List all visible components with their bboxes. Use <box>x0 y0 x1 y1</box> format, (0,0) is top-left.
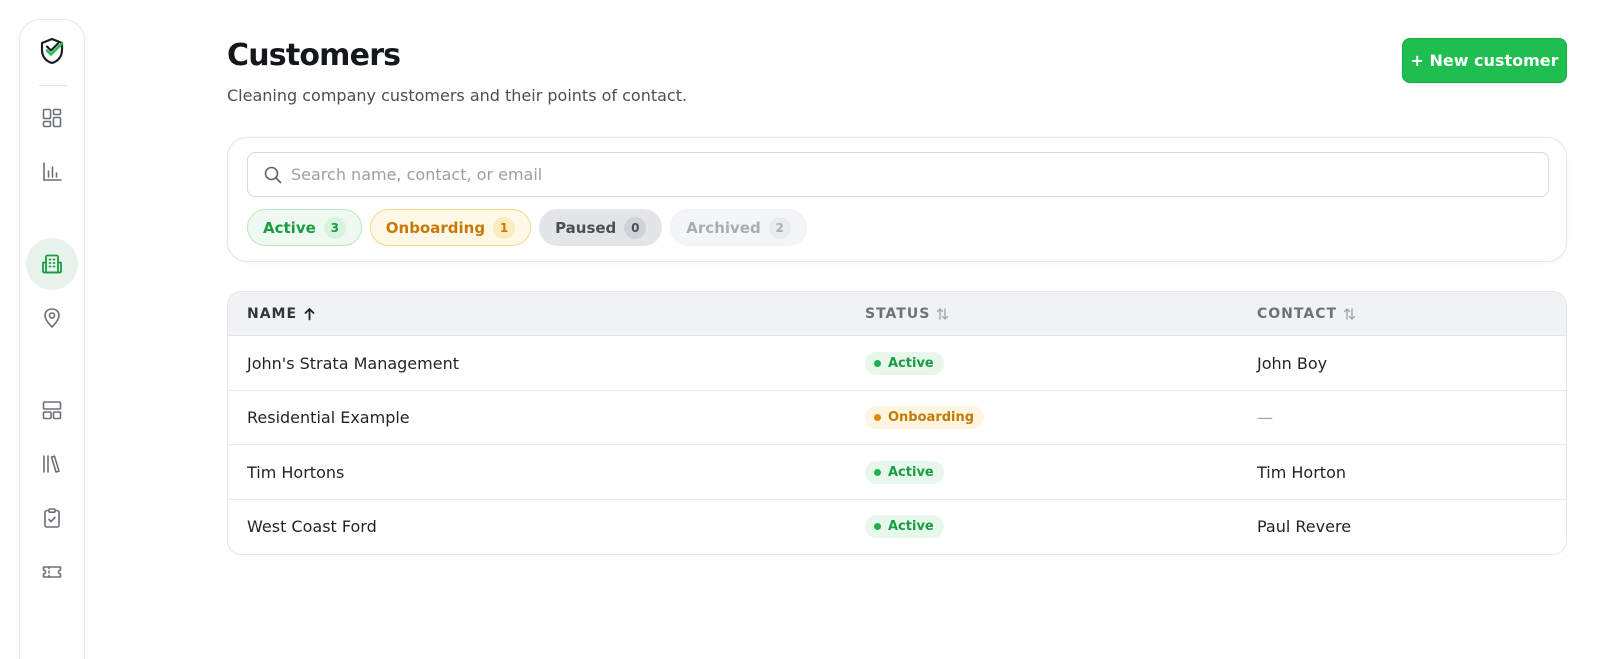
search-icon <box>264 166 282 184</box>
table-row[interactable]: Tim Hortons Active Tim Horton <box>228 445 1566 500</box>
filter-chip-count: 3 <box>323 216 346 239</box>
filter-panel: Active 3 Onboarding 1 Paused 0 Archived … <box>227 137 1567 262</box>
filter-chip-active[interactable]: Active 3 <box>247 209 362 246</box>
status-filter-group: Active 3 Onboarding 1 Paused 0 Archived … <box>247 209 807 246</box>
column-header-name[interactable]: NAME <box>247 292 316 336</box>
status-badge: Active <box>865 351 944 375</box>
filter-chip-count: 0 <box>624 216 647 239</box>
column-header-label: CONTACT <box>1257 306 1338 322</box>
status-cell: Active <box>865 445 944 499</box>
new-customer-button[interactable]: + New customer <box>1402 38 1567 83</box>
filter-chip-label: Active <box>263 218 316 237</box>
customer-name[interactable]: Residential Example <box>247 391 410 445</box>
column-header-label: STATUS <box>865 306 931 322</box>
sort-unsorted-icon <box>937 308 949 320</box>
building-icon <box>42 254 62 274</box>
status-cell: Active <box>865 336 944 390</box>
contact-name: Tim Horton <box>1257 462 1346 482</box>
search-input[interactable] <box>291 153 1531 196</box>
customer-name[interactable]: John's Strata Management <box>247 336 459 390</box>
status-cell: Onboarding <box>865 391 985 445</box>
app-root: Customers Cleaning company customers and… <box>0 0 1600 659</box>
status-badge-label: Active <box>888 519 934 534</box>
status-badge-label: Active <box>888 464 934 480</box>
status-cell: Active <box>865 500 944 554</box>
sidebar-item-tickets[interactable] <box>26 546 78 598</box>
contact-name: John Boy <box>1257 353 1328 373</box>
library-icon <box>43 455 60 473</box>
page-title: Customers <box>227 38 401 73</box>
status-badge: Active <box>865 460 944 484</box>
status-dot-icon <box>874 523 881 530</box>
sidebar-item-layout[interactable] <box>26 384 78 436</box>
status-badge-label: Active <box>888 355 934 371</box>
table-row[interactable]: West Coast Ford Active Paul Revere <box>228 500 1566 555</box>
status-badge: Active <box>865 515 944 538</box>
status-badge: Onboarding <box>865 406 985 429</box>
table-header: NAME STATUS CONTACT <box>228 292 1566 336</box>
sidebar-item-locations[interactable] <box>26 292 78 344</box>
sidebar-item-reports[interactable] <box>26 146 78 198</box>
filter-chip-onboarding[interactable]: Onboarding 1 <box>369 209 532 246</box>
sidebar-rail <box>19 19 85 659</box>
sidebar-item-tasks[interactable] <box>26 492 78 544</box>
map-pin-icon <box>44 308 60 328</box>
status-dot-icon <box>874 359 881 367</box>
clipboard-check-icon <box>44 508 60 528</box>
sidebar-item-library[interactable] <box>26 438 78 490</box>
column-header-label: NAME <box>247 306 298 322</box>
status-dot-icon <box>874 468 881 476</box>
sidebar-item-customers[interactable] <box>26 238 78 290</box>
shield-check-icon[interactable] <box>39 37 65 65</box>
sort-ascending-icon <box>304 308 315 321</box>
filter-chip-label: Archived <box>686 218 761 237</box>
customers-table: NAME STATUS CONTACT John's Strata Manage… <box>227 291 1567 555</box>
sidebar-item-dashboard[interactable] <box>26 92 78 144</box>
contact-name: — <box>1257 408 1273 427</box>
column-header-status[interactable]: STATUS <box>865 292 949 336</box>
filter-chip-label: Onboarding <box>385 218 486 237</box>
bar-chart-icon <box>43 162 62 181</box>
filter-chip-archived[interactable]: Archived 2 <box>670 209 807 246</box>
dashboard-grid-icon <box>42 108 62 128</box>
table-row[interactable]: John's Strata Management Active John Boy <box>228 336 1566 391</box>
sidebar-divider <box>39 85 67 86</box>
customer-name[interactable]: West Coast Ford <box>247 500 377 554</box>
customer-name[interactable]: Tim Hortons <box>247 445 344 499</box>
filter-chip-count: 1 <box>493 216 516 239</box>
column-header-contact[interactable]: CONTACT <box>1257 292 1356 336</box>
sort-unsorted-icon <box>1343 308 1356 320</box>
ticket-icon <box>42 566 62 578</box>
status-dot-icon <box>874 414 881 421</box>
filter-chip-label: Paused <box>555 218 617 237</box>
contact-name: Paul Revere <box>1257 517 1352 536</box>
page-subtitle: Cleaning company customers and their poi… <box>227 86 688 105</box>
table-row[interactable]: Residential Example Onboarding — <box>228 391 1566 445</box>
search-box <box>247 152 1549 197</box>
status-badge-label: Onboarding <box>888 410 975 425</box>
filter-chip-count: 2 <box>768 216 791 239</box>
filter-chip-paused[interactable]: Paused 0 <box>539 209 663 246</box>
layout-icon <box>42 401 62 420</box>
